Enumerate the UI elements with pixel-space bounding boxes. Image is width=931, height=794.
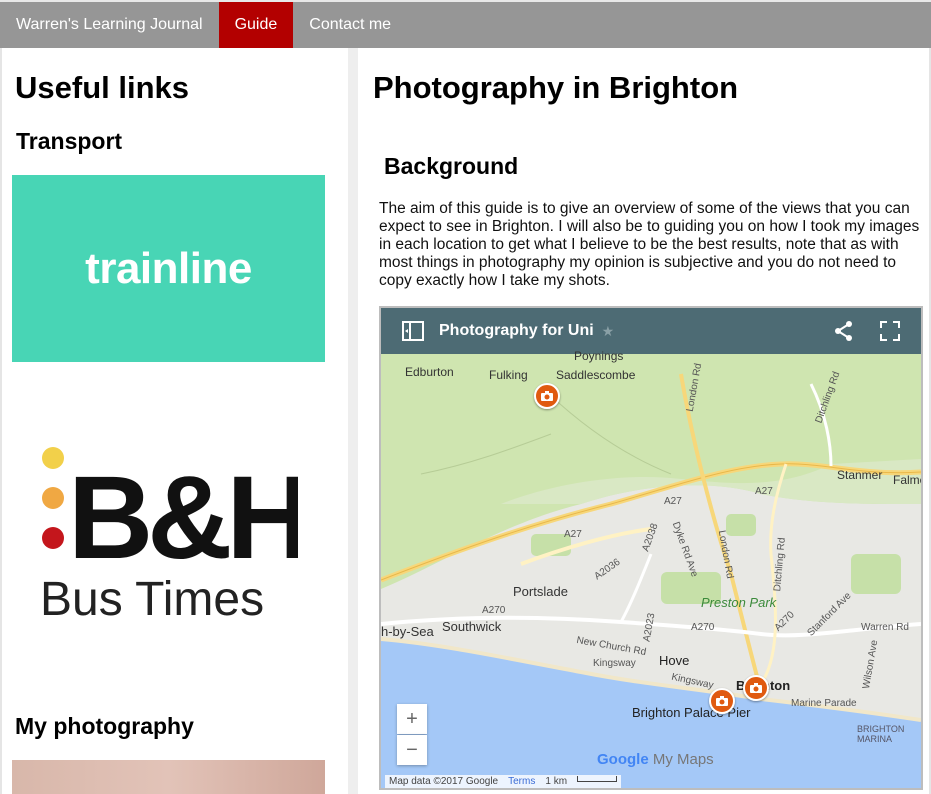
nav-guide-link[interactable]: Guide <box>218 2 294 48</box>
zoom-in-button[interactable]: + <box>397 704 427 734</box>
map-canvas[interactable]: Poynings Edburton Fulking Saddlescombe S… <box>381 349 921 788</box>
main-content: Photography in Brighton Background The a… <box>358 48 931 794</box>
zoom-out-button[interactable]: − <box>397 735 427 765</box>
fullscreen-icon[interactable] <box>879 320 901 342</box>
photography-thumbnail-link[interactable] <box>12 760 325 794</box>
sidebar-title: Useful links <box>15 70 189 105</box>
photography-heading: My photography <box>15 713 194 739</box>
map-pin-camera-icon[interactable] <box>534 383 560 409</box>
road-label-kingsway-left: Kingsway <box>593 658 636 669</box>
map-data-attribution: Map data ©2017 Google <box>389 776 499 787</box>
star-icon[interactable]: ★ <box>602 323 615 340</box>
road-label-a27-mid: A27 <box>664 496 682 507</box>
page-title: Photography in Brighton <box>373 70 739 105</box>
trainline-logo-text: trainline <box>85 243 252 293</box>
map-base-graphic <box>381 354 921 788</box>
map-legend-toggle-icon[interactable] <box>401 320 425 342</box>
road-label-marine-parade: Marine Parade <box>791 698 857 709</box>
map-label-falmer: Falme <box>893 473 921 487</box>
map-label-saddlescombe: Saddlescombe <box>556 368 636 382</box>
map-label-southwick: Southwick <box>442 619 502 634</box>
road-label-a270-mid: A270 <box>691 622 715 633</box>
map-label-shoreham: h-by-Sea <box>381 624 434 639</box>
google-brand-text: Google <box>597 751 649 768</box>
my-maps-brand-text: My Maps <box>652 751 714 768</box>
bh-bus-times-logo-link[interactable]: B&H Bus Times <box>38 433 312 626</box>
road-label-a27-right: A27 <box>755 486 773 497</box>
column-divider <box>348 48 358 794</box>
map-label-hove: Hove <box>659 653 690 668</box>
map-pin-camera-icon[interactable] <box>743 675 769 701</box>
map-label-poynings: Poynings <box>574 349 624 363</box>
map-header: Photography for Uni ★ <box>381 308 921 354</box>
nav-contact-link[interactable]: Contact me <box>293 2 407 48</box>
transport-heading: Transport <box>16 128 123 154</box>
sidebar: Useful links Transport trainline B&H Bus… <box>0 48 348 794</box>
map-label-stanmer: Stanmer <box>837 468 883 482</box>
map-label-edburton: Edburton <box>405 365 454 379</box>
map-attribution: Map data ©2017 Google Terms 1 km <box>385 775 622 788</box>
terms-link[interactable]: Terms <box>508 776 535 787</box>
map-pin-camera-icon[interactable] <box>709 688 735 714</box>
scale-bar <box>577 776 618 782</box>
road-label-a270-left: A270 <box>482 605 506 616</box>
background-heading: Background <box>384 153 519 179</box>
intro-paragraph: The aim of this guide is to give an over… <box>379 200 920 289</box>
map-label-preston-park: Preston Park <box>701 595 777 610</box>
map-label-portslade: Portslade <box>513 584 568 599</box>
road-label-warren-rd: Warren Rd <box>861 622 909 633</box>
bh-logo-mark: B&H <box>68 452 298 584</box>
bh-logo-subtitle: Bus Times <box>40 573 264 623</box>
road-label-a27-left: A27 <box>564 529 582 540</box>
share-icon[interactable] <box>833 320 855 342</box>
embedded-map[interactable]: Photography for Uni ★ Poynings Edburton … <box>379 306 923 790</box>
google-my-maps-logo: Google My Maps <box>597 751 714 768</box>
map-label-marina: BRIGHTON MARINA <box>857 724 905 744</box>
trainline-logo-link[interactable]: trainline <box>12 175 325 362</box>
bh-logo-graphic: B&H Bus Times <box>40 447 312 626</box>
top-nav: Warren's Learning Journal Guide Contact … <box>0 0 931 48</box>
map-title: Photography for Uni <box>439 322 594 339</box>
map-scale: 1 km <box>545 776 568 787</box>
nav-home-link[interactable]: Warren's Learning Journal <box>0 2 219 48</box>
map-label-fulking: Fulking <box>489 368 528 382</box>
